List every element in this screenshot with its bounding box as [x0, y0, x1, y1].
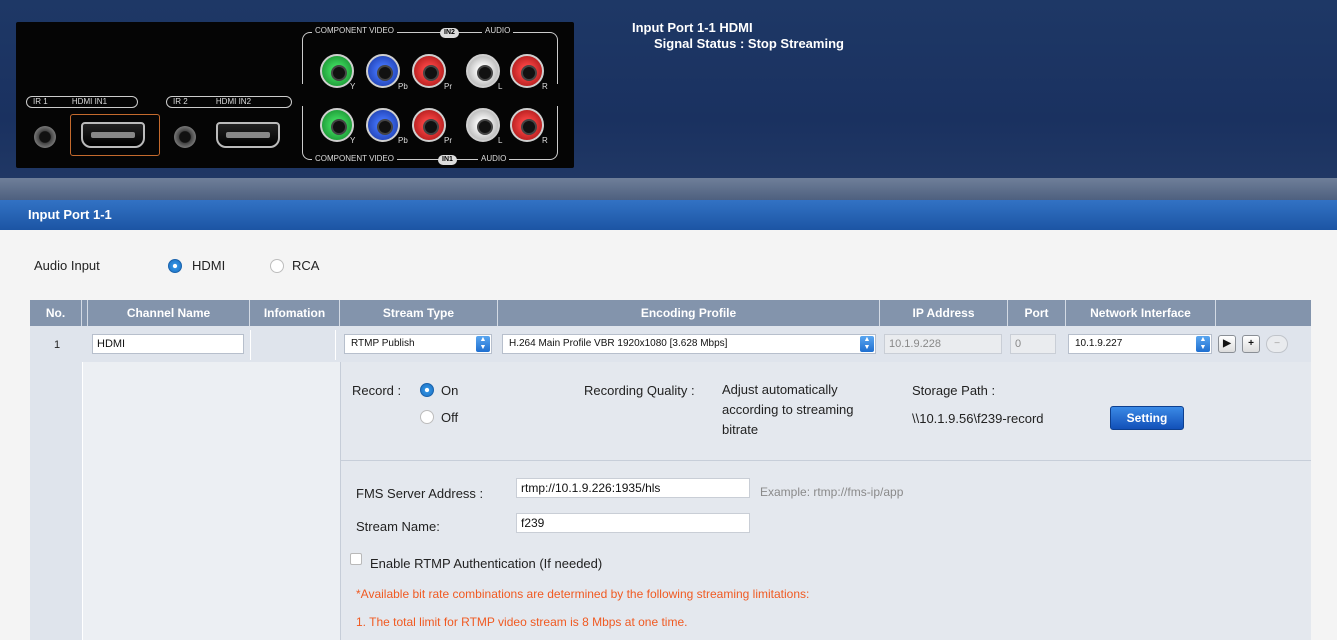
row-no: 1 — [54, 339, 61, 351]
device-rear-panel: IR 1 HDMI IN1 IR 2 HDMI IN2 COMPONENT VI… — [16, 22, 574, 168]
signal-status: Signal Status : Stop Streaming — [654, 36, 844, 51]
fms-server-example: Example: rtmp://fms-ip/app — [760, 485, 904, 499]
rtmp-auth-label: Enable RTMP Authentication (If needed) — [370, 556, 603, 571]
stream-type-select[interactable]: RTMP Publish ▲ ▼ — [344, 334, 492, 354]
detail-left-inner — [82, 362, 340, 640]
col-stream-type: Stream Type — [340, 300, 498, 326]
information-cell — [250, 330, 336, 360]
in1-badge: IN1 — [438, 155, 457, 165]
section-title: Input Port 1-1 — [28, 207, 112, 222]
header-bottom-strip — [0, 178, 1337, 200]
stream-name-input[interactable]: f239 — [516, 513, 750, 533]
stream-name-label: Stream Name: — [356, 519, 440, 534]
recording-quality-value: Adjust automatically according to stream… — [722, 382, 854, 437]
storage-path-value: \\10.1.9.56\f239-record — [912, 411, 1044, 426]
fms-server-input[interactable]: rtmp://10.1.9.226:1935/hls — [516, 478, 750, 498]
hdmi-in2-port-icon[interactable] — [216, 122, 280, 148]
in2-badge: IN2 — [440, 28, 459, 38]
stream-type-value: RTMP Publish — [351, 338, 415, 349]
ir2-label: IR 2 — [173, 97, 188, 106]
plus-icon: + — [1248, 338, 1254, 349]
hdmi-in1-label: HDMI IN1 — [71, 97, 108, 106]
add-button[interactable]: + — [1242, 335, 1260, 353]
audio-rca-radio[interactable] — [270, 259, 284, 273]
col-port: Port — [1008, 300, 1066, 326]
ir1-hdmi1-label-box: IR 1 HDMI IN1 — [26, 96, 138, 108]
col-channel-name: Channel Name — [88, 300, 250, 326]
hdmi-in2-label: HDMI IN2 — [215, 97, 252, 106]
audio-rca-label: RCA — [292, 258, 320, 273]
col-information: Infomation — [250, 300, 340, 326]
col-encoding-profile: Encoding Profile — [498, 300, 880, 326]
recording-quality-label: Recording Quality : — [584, 383, 695, 398]
port-field: 0 — [1010, 334, 1056, 354]
col-no: No. — [30, 300, 82, 326]
rtmp-auth-checkbox[interactable] — [350, 553, 362, 565]
network-interface-select[interactable]: 10.1.9.227 ▲ ▼ — [1068, 334, 1212, 354]
audio-hdmi-radio[interactable] — [168, 259, 182, 273]
hdmi-in1-port-icon[interactable] — [81, 122, 145, 148]
in2-component-video-label: COMPONENT VIDEO — [312, 26, 397, 35]
in2-l-connector-icon — [466, 54, 500, 88]
in2-r-label: R — [542, 82, 548, 91]
bitrate-note: *Available bit rate combinations are det… — [356, 587, 810, 601]
encoding-profile-value: H.264 Main Profile VBR 1920x1080 [3.628 … — [509, 338, 728, 349]
record-off-label: Off — [441, 410, 459, 425]
play-button[interactable]: ▶ — [1218, 335, 1236, 353]
fms-server-label: FMS Server Address : — [356, 486, 484, 501]
in2-y-connector-icon — [320, 54, 354, 88]
play-icon: ▶ — [1223, 338, 1231, 349]
channel-table-header: No. Channel Name Infomation Stream Type … — [30, 300, 1311, 326]
in2-l-label: L — [498, 82, 503, 91]
bitrate-limit-1: 1. The total limit for RTMP video stream… — [356, 615, 688, 629]
detail-divider — [341, 460, 1311, 461]
col-ip-address: IP Address — [880, 300, 1008, 326]
section-title-bar: Input Port 1-1 — [0, 200, 1337, 230]
channel-name-input[interactable]: HDMI — [92, 334, 244, 354]
audio-hdmi-label: HDMI — [192, 258, 226, 273]
audio-input-label: Audio Input — [34, 258, 100, 273]
in2-audio-label: AUDIO — [482, 26, 514, 35]
network-interface-value: 10.1.9.227 — [1075, 338, 1123, 349]
storage-path-label: Storage Path : — [912, 383, 996, 398]
detail-left-panel — [30, 362, 340, 640]
ir2-hdmi2-label-box: IR 2 HDMI IN2 — [166, 96, 292, 108]
port-status-info: Input Port 1-1 HDMI Signal Status : Stop… — [632, 20, 844, 52]
ir1-jack-icon — [34, 126, 56, 148]
encoding-profile-arrows-icon: ▲ ▼ — [860, 336, 874, 352]
in1-audio-label: AUDIO — [478, 154, 510, 163]
record-off-radio[interactable] — [420, 410, 434, 424]
ip-address-field: 10.1.9.228 — [884, 334, 1002, 354]
encoding-profile-select[interactable]: H.264 Main Profile VBR 1920x1080 [3.628 … — [502, 334, 876, 354]
ir2-jack-icon — [174, 126, 196, 148]
stream-type-arrows-icon: ▲ ▼ — [476, 336, 490, 352]
in2-pr-label: Pr — [444, 82, 452, 91]
device-header: IR 1 HDMI IN1 IR 2 HDMI IN2 COMPONENT VI… — [0, 0, 1337, 200]
record-label: Record : — [352, 383, 402, 398]
setting-button[interactable]: Setting — [1110, 406, 1184, 430]
record-on-label: On — [441, 383, 459, 398]
in1-component-video-label: COMPONENT VIDEO — [312, 154, 397, 163]
in2-pr-connector-icon — [412, 54, 446, 88]
col-network-interface: Network Interface — [1066, 300, 1216, 326]
in2-pb-connector-icon — [366, 54, 400, 88]
in2-pb-label: Pb — [398, 82, 408, 91]
in2-r-connector-icon — [510, 54, 544, 88]
remove-button[interactable]: − — [1266, 335, 1288, 353]
in1-bracket — [302, 106, 558, 160]
network-interface-arrows-icon: ▲ ▼ — [1196, 336, 1210, 352]
ir1-label: IR 1 — [33, 97, 48, 106]
in2-y-label: Y — [350, 82, 356, 91]
record-on-radio[interactable] — [420, 383, 434, 397]
minus-icon: − — [1274, 338, 1280, 349]
port-title: Input Port 1-1 HDMI — [632, 20, 753, 35]
